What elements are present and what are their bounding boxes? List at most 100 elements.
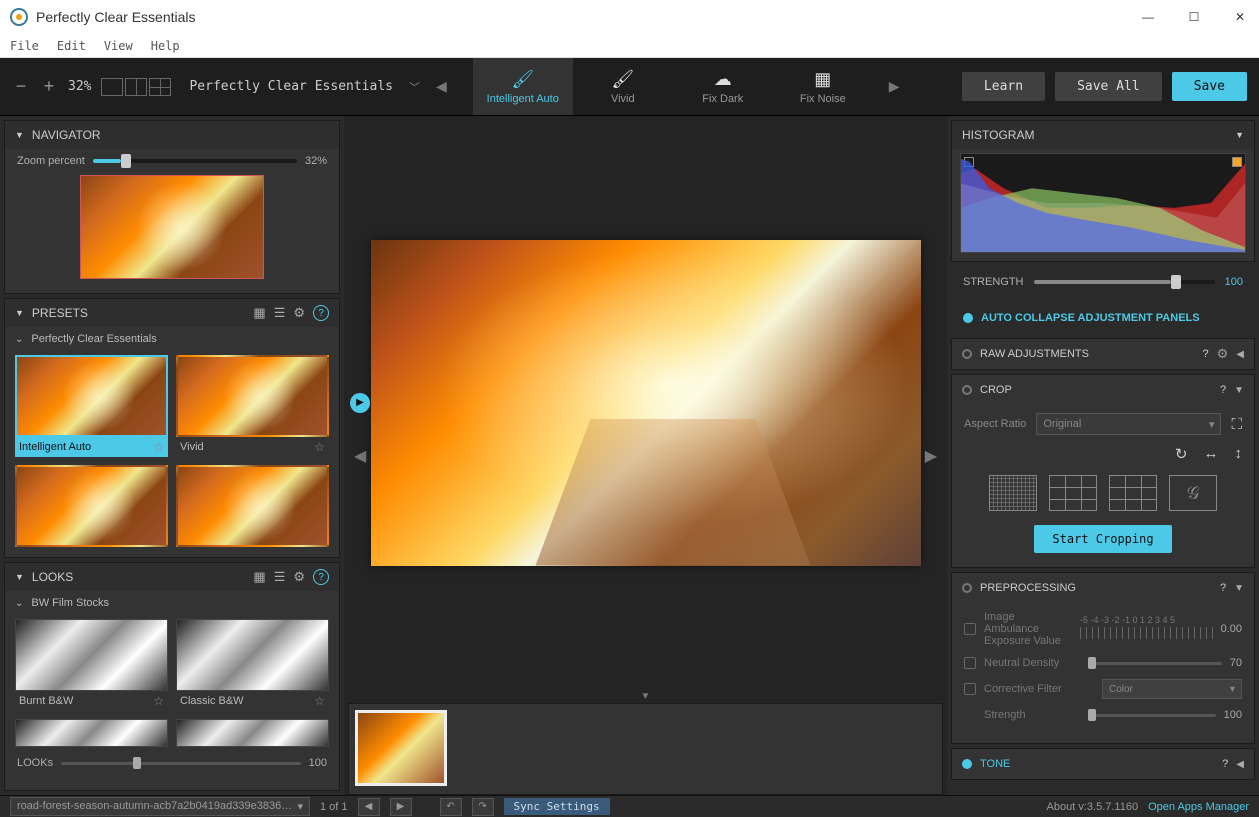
preprocessing-help-icon[interactable]: ? — [1220, 582, 1226, 594]
minimize-button[interactable]: — — [1139, 10, 1157, 24]
zoom-in-button[interactable]: + — [40, 76, 58, 97]
maximize-button[interactable]: ☐ — [1185, 10, 1203, 24]
looks-collapse-icon[interactable]: ▼ — [15, 572, 24, 582]
presets-collapse-icon[interactable]: ▼ — [15, 308, 24, 318]
tab-intelligent-auto[interactable]: 🖌 Intelligent Auto — [473, 58, 573, 115]
navigator-thumbnail[interactable] — [80, 175, 264, 279]
favorite-icon[interactable]: ☆ — [153, 694, 164, 708]
grid-quarters-button[interactable] — [1109, 475, 1157, 511]
image-ambulance-label: Image Ambulance — [984, 611, 1072, 635]
looks-grid-view-icon[interactable]: ▦ — [253, 569, 265, 585]
main-canvas[interactable] — [371, 240, 921, 566]
highlight-clip-indicator[interactable] — [1232, 157, 1242, 167]
tab-vivid[interactable]: 🖌 Vivid — [573, 58, 673, 115]
tone-help-icon[interactable]: ? — [1222, 758, 1228, 770]
view-split-button[interactable] — [125, 78, 147, 96]
tab-fix-dark[interactable]: ☁ Fix Dark — [673, 58, 773, 115]
menu-help[interactable]: Help — [151, 39, 180, 53]
presets-help-icon[interactable]: ? — [313, 305, 329, 321]
crop-toggle-icon[interactable] — [962, 385, 972, 395]
crop-help-icon[interactable]: ? — [1220, 384, 1226, 396]
favorite-icon[interactable]: ☆ — [314, 440, 325, 454]
crop-collapse-icon[interactable]: ▼ — [1234, 385, 1244, 396]
looks-group-chevron-icon[interactable]: ⌄ — [15, 598, 23, 609]
presets-list-view-icon[interactable]: ☰ — [274, 305, 286, 321]
menu-edit[interactable]: Edit — [57, 39, 86, 53]
grid-golden-button[interactable]: 𝒢 — [1169, 475, 1217, 511]
favorite-icon[interactable]: ☆ — [314, 694, 325, 708]
redo-button[interactable]: ↷ — [472, 798, 494, 816]
navigator-collapse-icon[interactable]: ▼ — [15, 130, 24, 140]
preset-intelligent-auto[interactable]: Intelligent Auto☆ — [15, 355, 168, 457]
favorite-icon[interactable]: ☆ — [153, 440, 164, 454]
before-after-toggle[interactable]: ▶ — [350, 393, 370, 413]
preset-item[interactable] — [176, 465, 329, 547]
undo-button[interactable]: ↶ — [440, 798, 462, 816]
neutral-density-slider[interactable] — [1088, 662, 1222, 665]
save-button[interactable]: Save — [1172, 72, 1247, 101]
tone-expand-icon[interactable]: ◀ — [1236, 759, 1244, 770]
flip-vertical-icon[interactable]: ↕ — [1235, 445, 1243, 463]
flip-horizontal-icon[interactable]: ↔ — [1204, 445, 1219, 463]
crop-icon[interactable]: ⛶ — [1231, 416, 1242, 433]
exposure-ruler[interactable]: -5 -4 -3 -2 -1 0 1 2 3 4 5 — [1080, 617, 1213, 641]
tab-fix-noise[interactable]: ▦ Fix Noise — [773, 58, 873, 115]
grid-thirds-button[interactable] — [1049, 475, 1097, 511]
prev-file-button[interactable]: ◀ — [358, 798, 380, 816]
save-all-button[interactable]: Save All — [1055, 72, 1162, 101]
view-quad-button[interactable] — [149, 78, 171, 96]
look-item[interactable] — [15, 719, 168, 747]
image-next-button[interactable]: ▶ — [921, 442, 941, 470]
looks-list-view-icon[interactable]: ☰ — [274, 569, 286, 585]
next-file-button[interactable]: ▶ — [390, 798, 412, 816]
corrective-filter-select[interactable]: Color▾ — [1102, 679, 1242, 699]
neutral-density-checkbox[interactable] — [964, 657, 976, 669]
raw-settings-icon[interactable]: ⚙ — [1217, 346, 1229, 362]
look-item[interactable] — [176, 719, 329, 747]
strength-slider[interactable] — [1034, 280, 1215, 284]
looks-strength-slider[interactable] — [61, 762, 301, 765]
corrective-filter-checkbox[interactable] — [964, 683, 976, 695]
preprocessing-collapse-icon[interactable]: ▼ — [1234, 583, 1244, 594]
sync-settings-button[interactable]: Sync Settings — [504, 798, 610, 815]
raw-help-icon[interactable]: ? — [1203, 348, 1209, 360]
close-button[interactable]: ✕ — [1231, 10, 1249, 24]
presets-settings-icon[interactable]: ⚙ — [293, 305, 305, 321]
pp-strength-slider[interactable] — [1088, 714, 1216, 717]
raw-expand-icon[interactable]: ◀ — [1236, 349, 1244, 360]
filmstrip-collapse-icon[interactable]: ▼ — [344, 689, 947, 703]
preprocessing-toggle-icon[interactable] — [962, 583, 972, 593]
menu-file[interactable]: File — [10, 39, 39, 53]
aspect-ratio-select[interactable]: Original▾ — [1036, 413, 1221, 435]
preset-group-chevron-icon[interactable]: ⌄ — [15, 334, 23, 345]
tone-toggle-icon[interactable] — [962, 759, 972, 769]
view-single-button[interactable] — [101, 78, 123, 96]
filmstrip-thumbnail[interactable] — [355, 710, 447, 786]
start-cropping-button[interactable]: Start Cropping — [1034, 525, 1171, 553]
preset-item[interactable] — [15, 465, 168, 547]
image-ambulance-checkbox[interactable] — [964, 623, 976, 635]
tab-prev-button[interactable]: ◀ — [430, 78, 453, 95]
learn-button[interactable]: Learn — [962, 72, 1045, 101]
histogram-collapse-icon[interactable]: ▼ — [1235, 130, 1244, 140]
look-classic-bw[interactable]: Classic B&W☆ — [176, 619, 329, 711]
neutral-density-value: 70 — [1230, 657, 1242, 669]
looks-help-icon[interactable]: ? — [313, 569, 329, 585]
auto-collapse-toggle[interactable]: AUTO COLLAPSE ADJUSTMENT PANELS — [951, 302, 1255, 334]
raw-toggle-icon[interactable] — [962, 349, 972, 359]
cloud-icon: ☁ — [714, 69, 732, 90]
menu-view[interactable]: View — [104, 39, 133, 53]
look-burnt-bw[interactable]: Burnt B&W☆ — [15, 619, 168, 711]
zoom-slider[interactable] — [93, 159, 297, 163]
file-selector[interactable]: road-forest-season-autumn-acb7a2b0419ad3… — [10, 797, 310, 816]
tab-next-button[interactable]: ▶ — [883, 78, 906, 95]
preset-vivid[interactable]: Vivid☆ — [176, 355, 329, 457]
looks-slider-value: 100 — [309, 757, 327, 769]
looks-settings-icon[interactable]: ⚙ — [293, 569, 305, 585]
presets-grid-view-icon[interactable]: ▦ — [253, 305, 265, 321]
rotate-icon[interactable]: ↻ — [1175, 445, 1188, 463]
zoom-out-button[interactable]: − — [12, 76, 30, 97]
doc-dropdown-icon[interactable]: ﹀ — [409, 79, 420, 95]
grid-dense-button[interactable] — [989, 475, 1037, 511]
open-apps-manager-link[interactable]: Open Apps Manager — [1148, 801, 1249, 813]
